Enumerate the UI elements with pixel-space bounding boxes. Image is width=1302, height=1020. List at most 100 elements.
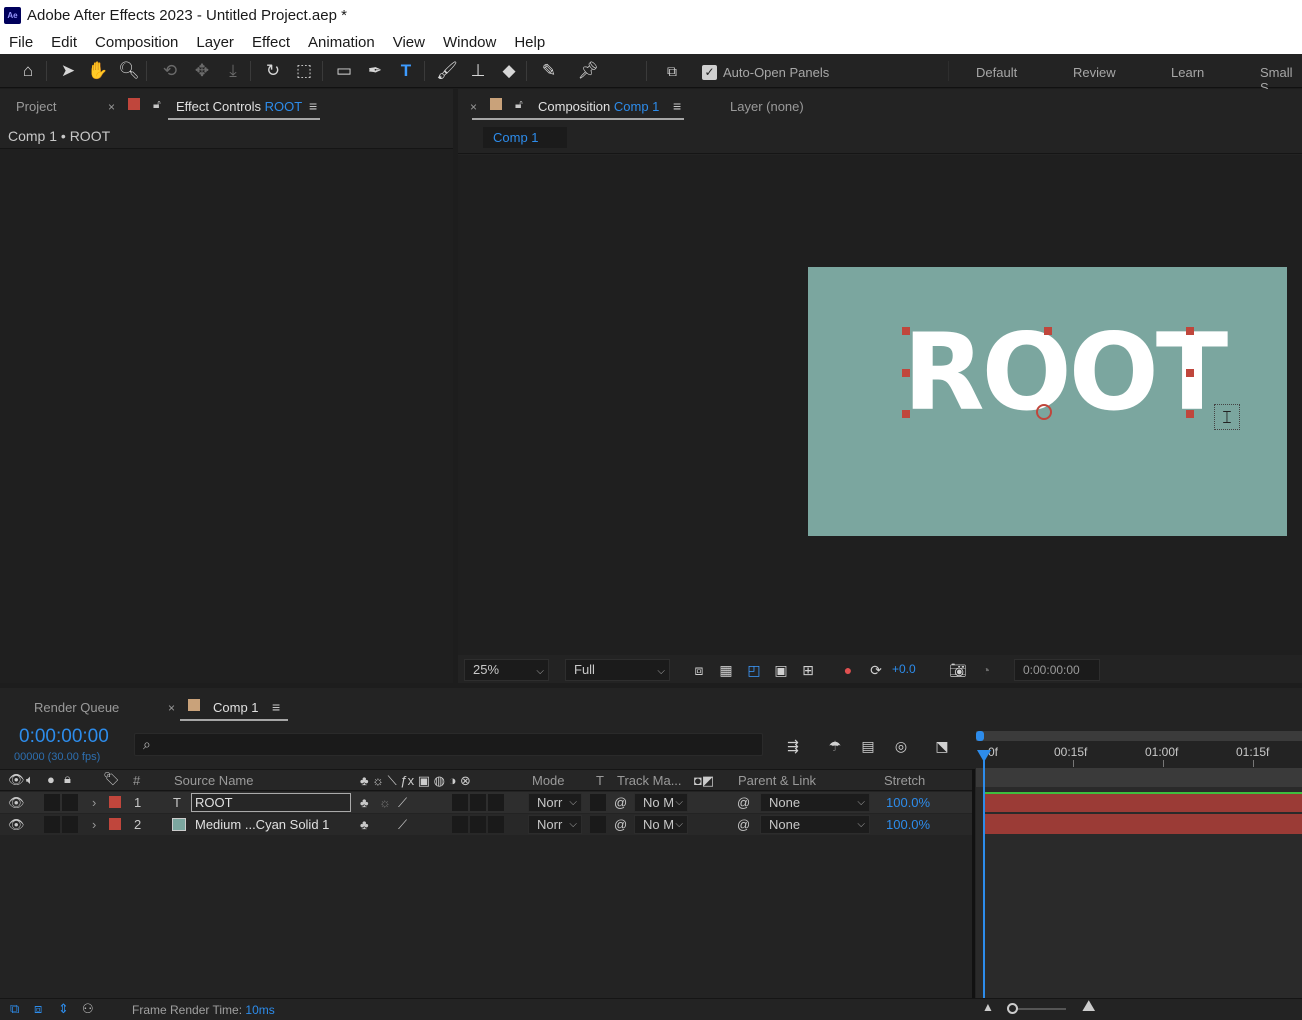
region-of-interest-icon[interactable]: ▣ — [771, 660, 791, 680]
menu-view[interactable]: View — [384, 34, 434, 51]
menu-window[interactable]: Window — [434, 34, 505, 51]
rotation-tool-icon[interactable]: ↻ — [261, 60, 285, 82]
current-time-indicator[interactable]: 0:00:00:00 — [19, 726, 109, 748]
transform-handle[interactable] — [902, 410, 910, 418]
stretch-value[interactable]: 100.0% — [886, 793, 930, 812]
shy-switch-icon[interactable]: ♣ — [360, 815, 369, 834]
parent-pickwhip-icon[interactable]: @ — [737, 815, 750, 834]
current-time-display[interactable]: 0:00:00:00 — [1014, 659, 1100, 681]
eye-icon[interactable]: 👁︎ — [8, 793, 25, 812]
close-icon[interactable]: × — [470, 100, 477, 114]
eye-icon[interactable]: 👁︎ — [8, 815, 25, 834]
roto-brush-icon[interactable]: ✎ — [537, 60, 561, 82]
anchor-point-icon[interactable] — [1036, 404, 1052, 420]
workspace-learn[interactable]: Learn — [1171, 65, 1204, 80]
search-input[interactable]: ⌕ — [134, 733, 763, 756]
graph-editor-icon[interactable]: ⬔ — [932, 736, 952, 756]
audio-switch-icon[interactable]: 🔈︎ — [26, 772, 34, 788]
snapping-icon[interactable]: ⧉ — [660, 60, 684, 82]
menu-file[interactable]: File — [0, 34, 42, 51]
zoom-dropdown[interactable]: 25% ⌵ — [464, 659, 549, 681]
mask-path-visibility-icon[interactable]: ◰ — [744, 660, 764, 680]
exposure-value[interactable]: +0.0 — [892, 662, 916, 676]
menu-composition[interactable]: Composition — [86, 34, 187, 51]
rectangle-tool-icon[interactable]: ▭ — [332, 60, 356, 82]
tab-layer[interactable]: Layer (none) — [730, 99, 804, 114]
comp-subtab[interactable]: Comp 1 — [483, 127, 567, 148]
transform-handle[interactable] — [902, 369, 910, 377]
label-tag-icon[interactable]: 🏷︎ — [103, 771, 120, 787]
quality-switch-icon[interactable]: ⟋ — [398, 815, 407, 834]
menu-edit[interactable]: Edit — [42, 34, 86, 51]
lock-icon[interactable]: 🔓︎ — [515, 97, 523, 112]
quality-switch-icon[interactable]: ⟋ — [398, 793, 407, 812]
timeline-divider[interactable] — [972, 769, 975, 998]
tab-composition[interactable]: Composition Comp 1 — [538, 99, 659, 114]
tab-effect-controls[interactable]: Effect Controls ROOT — [176, 99, 302, 114]
expand-chevron-icon[interactable]: › — [92, 815, 96, 834]
frame-blending-icon[interactable]: ▤ — [858, 736, 878, 756]
shy-layers-icon[interactable]: ☂ — [825, 736, 845, 756]
menu-help[interactable]: Help — [505, 34, 554, 51]
zoom-slider-handle[interactable] — [1007, 1003, 1018, 1014]
blend-mode-dropdown[interactable]: Norr ⌵ — [528, 815, 582, 834]
column-source-name[interactable]: Source Name — [174, 773, 253, 788]
work-area-bar[interactable] — [976, 731, 1302, 741]
track-matte-pickwhip-icon[interactable]: @ — [614, 815, 627, 834]
lock-switch-icon[interactable]: 🔒︎ — [64, 771, 71, 787]
layer-duration-bar[interactable] — [983, 792, 1302, 812]
close-icon[interactable]: × — [108, 100, 115, 114]
close-icon[interactable]: × — [168, 701, 175, 715]
zoom-in-icon[interactable]: ⛰︎ — [1082, 998, 1095, 1016]
layer-label-color[interactable] — [109, 818, 121, 830]
layer-duration-bar[interactable] — [983, 814, 1302, 834]
composition-mini-flowchart-icon[interactable]: ⇶ — [783, 736, 803, 756]
shy-switch-icon[interactable]: ♣ — [360, 793, 369, 812]
auto-open-checkbox[interactable]: ✓ — [702, 65, 717, 80]
tab-render-queue[interactable]: Render Queue — [34, 700, 119, 715]
pen-tool-icon[interactable]: ✒ — [363, 60, 387, 82]
show-snapshot-icon[interactable]: ◔ — [976, 660, 996, 680]
snapshot-camera-icon[interactable]: 📷︎ — [948, 660, 968, 680]
playhead-handle[interactable] — [977, 750, 991, 762]
workspace-default[interactable]: Default — [976, 65, 1017, 80]
grid-guides-icon[interactable]: ⊞ — [798, 660, 818, 680]
type-tool-icon[interactable]: T — [394, 60, 418, 82]
pan-camera-icon[interactable]: ✥ — [190, 60, 214, 82]
menu-layer[interactable]: Layer — [187, 34, 243, 51]
transparency-grid-icon[interactable]: ▦ — [716, 660, 736, 680]
zoom-tool-icon[interactable]: 🔍︎ — [117, 60, 141, 82]
expand-chevron-icon[interactable]: › — [92, 793, 96, 812]
transform-handle[interactable] — [1186, 327, 1194, 335]
menu-effect[interactable]: Effect — [243, 34, 299, 51]
parent-dropdown[interactable]: None ⌵ — [760, 793, 870, 812]
transform-handle[interactable] — [1044, 327, 1052, 335]
work-area-start[interactable] — [976, 731, 984, 741]
brush-tool-icon[interactable]: 🖌︎ — [435, 60, 459, 82]
playhead[interactable] — [983, 760, 985, 998]
transform-handle[interactable] — [902, 327, 910, 335]
channel-rgb-icon[interactable]: ● — [838, 660, 858, 680]
parent-pickwhip-icon[interactable]: @ — [737, 793, 750, 812]
reset-exposure-icon[interactable]: ⟳ — [866, 660, 886, 680]
workspace-review[interactable]: Review — [1073, 65, 1116, 80]
pan-behind-tool-icon[interactable]: ⬚ — [292, 60, 316, 82]
clone-stamp-icon[interactable]: ⊥ — [466, 60, 490, 82]
video-switch-icon[interactable]: 👁︎ — [8, 772, 25, 788]
stretch-value[interactable]: 100.0% — [886, 815, 930, 834]
resolution-dropdown[interactable]: Full ⌵ — [565, 659, 670, 681]
layer-label-color[interactable] — [109, 796, 121, 808]
layer-switches-toggle-icon[interactable]: ⧉ — [10, 1001, 19, 1017]
render-time-toggle-icon[interactable]: ⚇ — [82, 1001, 94, 1017]
fast-previews-icon[interactable]: ⧈ — [689, 660, 709, 680]
layer-name-field[interactable]: ROOT — [191, 793, 351, 812]
hand-tool-icon[interactable]: ✋ — [86, 60, 110, 82]
parent-dropdown[interactable]: None ⌵ — [760, 815, 870, 834]
selection-tool-icon[interactable]: ➤ — [56, 60, 80, 82]
tab-project[interactable]: Project — [16, 99, 56, 114]
layer-name[interactable]: Medium ...Cyan Solid 1 — [195, 815, 329, 834]
motion-blur-icon[interactable]: ◎ — [891, 736, 911, 756]
transform-handle[interactable] — [1186, 369, 1194, 377]
collapse-switch-icon[interactable]: ☼ — [379, 793, 391, 812]
puppet-pin-icon[interactable]: 📌︎ — [576, 60, 600, 82]
